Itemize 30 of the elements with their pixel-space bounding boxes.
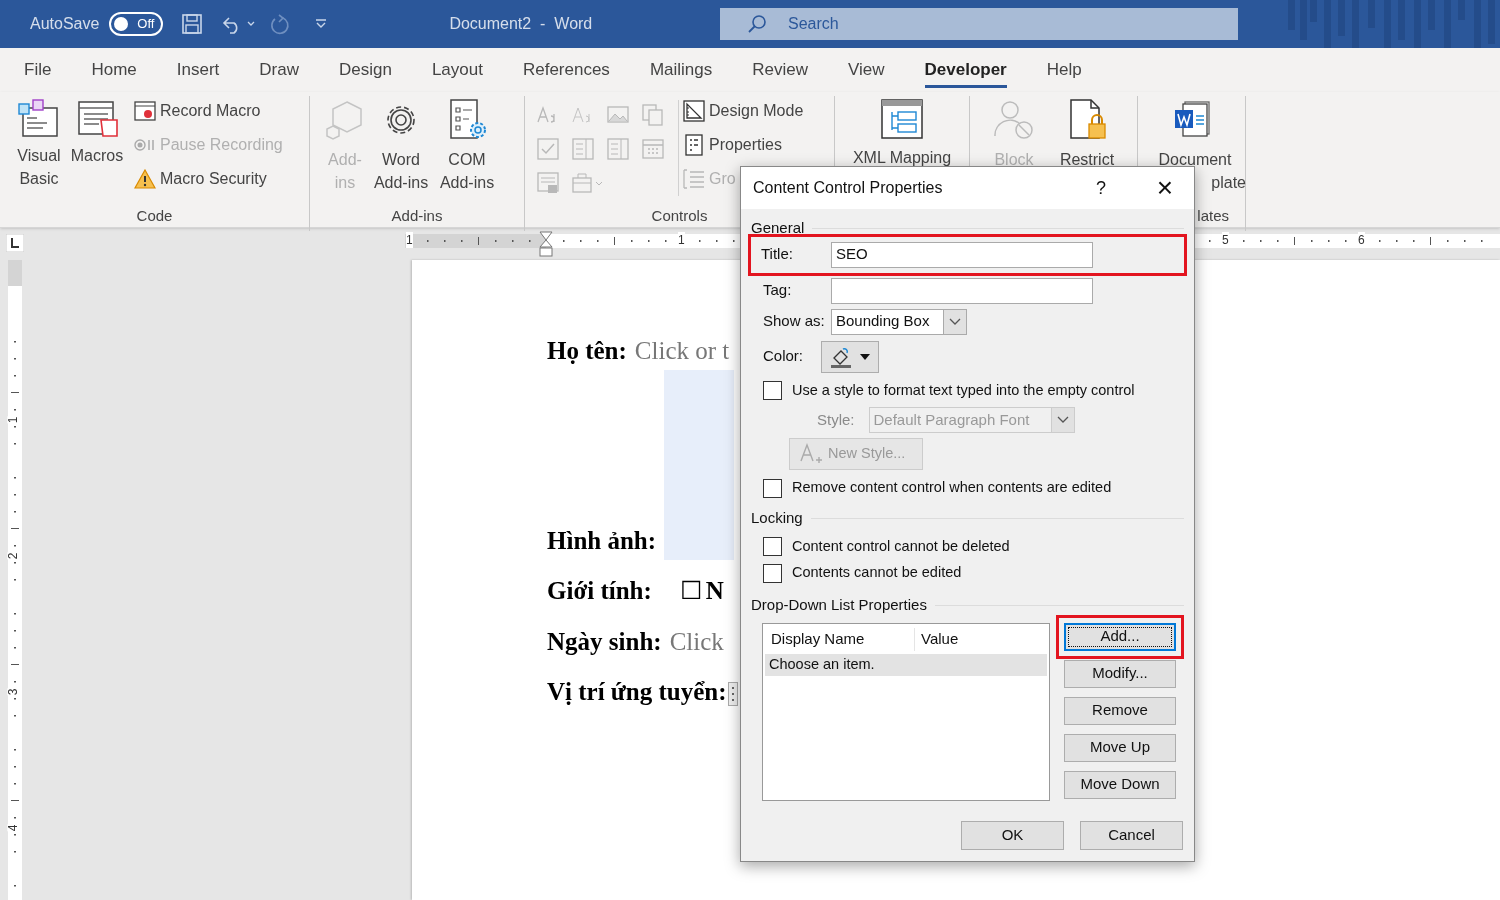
section-heading: Drop-Down List Properties xyxy=(751,595,927,615)
field-label: Color: xyxy=(762,346,804,367)
field-label: Hình ảnh: xyxy=(547,526,657,556)
group-label: Add-ins xyxy=(391,205,443,226)
field-label: Vị trí ứng tuyển: xyxy=(547,676,727,707)
ruler-number: 1 xyxy=(406,232,413,248)
group-label: Code xyxy=(136,205,173,226)
ruler-number: 2 xyxy=(7,552,20,560)
section-heading: Locking xyxy=(751,508,803,528)
autosave-label: AutoSave xyxy=(30,14,100,34)
field-label: Style: xyxy=(817,410,855,430)
dialog-title: Content Control Properties xyxy=(753,178,944,198)
checkbox-label: Contents cannot be edited xyxy=(792,563,962,583)
section-heading: General xyxy=(751,218,805,238)
checkbox-label: Content control cannot be deleted xyxy=(792,536,1010,556)
group-label: lates xyxy=(1197,205,1229,226)
group-label: Controls xyxy=(651,205,708,226)
field-label: Họ tên: xyxy=(547,336,627,366)
ruler-number: 1 xyxy=(7,416,20,424)
ruler-number: 4 xyxy=(7,824,20,832)
field-label: Tag: xyxy=(762,280,793,301)
checkbox-label: Use a style to format text typed into the empty control xyxy=(792,380,1135,400)
field-label: Title: xyxy=(760,244,794,265)
option-text: N xyxy=(705,575,724,606)
window-title: Document2 - Word xyxy=(449,14,593,34)
field-label: Ngày sinh: xyxy=(547,627,662,657)
field-label: Giới tính: xyxy=(547,575,652,606)
ruler-number: 3 xyxy=(7,688,20,696)
field-label: Show as: xyxy=(762,311,826,332)
checkbox-label: Remove content control when contents are edited xyxy=(792,478,1112,498)
